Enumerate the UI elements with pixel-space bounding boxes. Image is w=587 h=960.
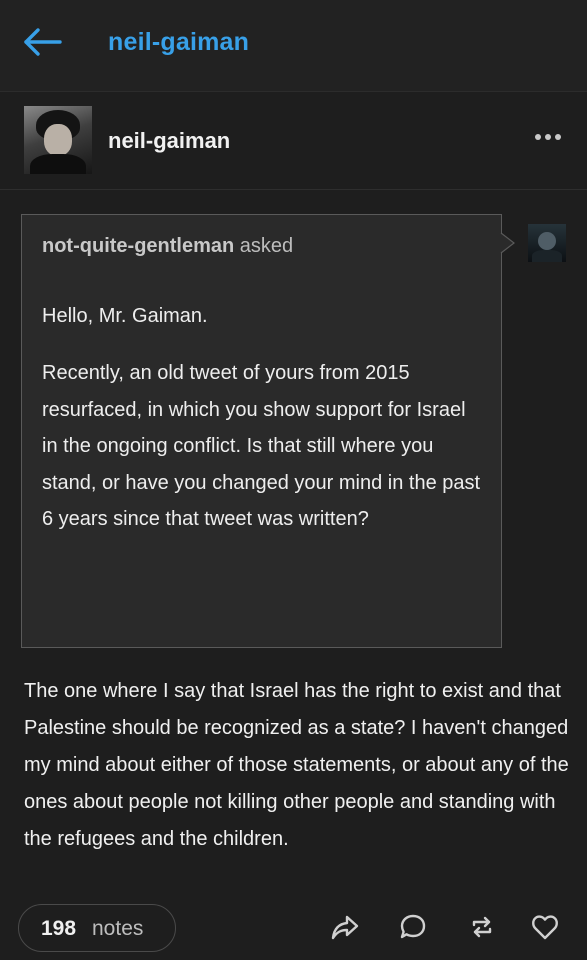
more-dots-icon[interactable] <box>532 130 564 144</box>
ask-greeting: Hello, Mr. Gaiman. <box>42 305 208 327</box>
ask-question: Recently, an old tweet of yours from 201… <box>42 362 481 530</box>
ask-box: not-quite-gentleman asked Hello, Mr. Gai… <box>21 214 502 648</box>
notes-count: 198 <box>41 917 77 940</box>
post-header: neil-gaiman <box>0 92 587 190</box>
page: neil-gaiman neil-gaiman not-quite-gentle… <box>0 0 587 960</box>
asker-avatar[interactable] <box>528 224 566 262</box>
asked-label: asked <box>239 235 294 257</box>
notes-button[interactable]: 198 notes <box>18 904 176 952</box>
share-icon[interactable] <box>330 912 360 942</box>
poster-name[interactable]: neil-gaiman <box>108 128 230 154</box>
reblog-icon[interactable] <box>467 912 497 942</box>
back-arrow-icon[interactable] <box>22 26 66 58</box>
heart-icon[interactable] <box>530 912 560 942</box>
speech-pointer-icon <box>500 232 516 254</box>
answer-text: The one where I say that Israel has the … <box>24 680 569 850</box>
poster-avatar[interactable] <box>24 106 92 174</box>
notes-label: notes <box>92 917 144 940</box>
top-bar: neil-gaiman <box>0 0 587 92</box>
asker-name[interactable]: not-quite-gentleman <box>42 235 234 257</box>
reply-icon[interactable] <box>398 912 428 942</box>
ask-header: not-quite-gentleman asked <box>42 235 293 258</box>
blog-title-link[interactable]: neil-gaiman <box>108 28 249 57</box>
